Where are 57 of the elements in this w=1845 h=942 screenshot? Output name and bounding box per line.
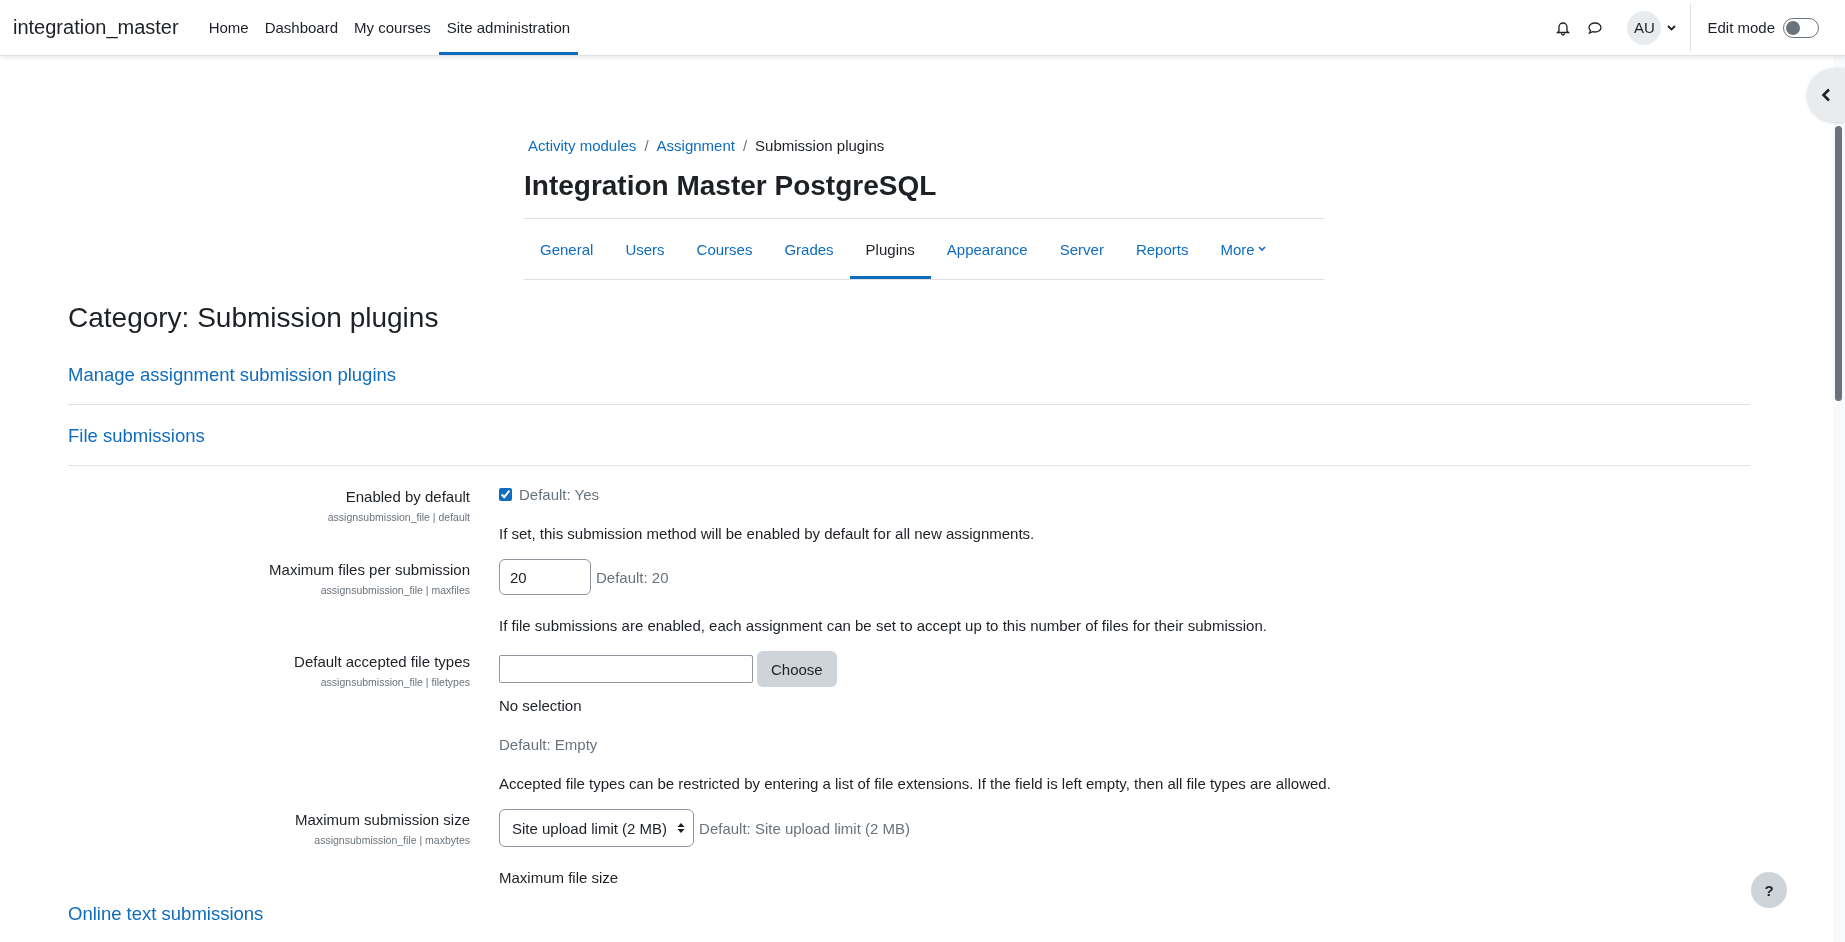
caret-icon[interactable] <box>1667 24 1677 31</box>
admin-tab[interactable]: Appearance <box>930 222 1044 279</box>
scrollbar-thumb[interactable] <box>1835 126 1842 401</box>
section-heading-link[interactable]: Online text submissions <box>68 903 264 925</box>
user-avatar[interactable]: AU <box>1627 10 1662 45</box>
edit-mode-label: Edit mode <box>1707 19 1775 36</box>
sort-caret-icon <box>677 822 686 834</box>
admin-tab[interactable]: Courses <box>680 222 769 279</box>
selection-text: No selection <box>499 697 582 714</box>
chevron-left-icon <box>1821 88 1831 102</box>
help-text: Accepted file types can be restricted by entering a list of file extensions. If the field is left empty, then all file types are allowed. <box>499 775 1331 792</box>
admin-tab[interactable]: More <box>1204 222 1282 279</box>
breadcrumb-link[interactable]: Assignment <box>656 137 735 154</box>
nav-link[interactable]: Site administration <box>438 3 579 55</box>
manage-plugins-link[interactable]: Manage assignment submission plugins <box>68 364 397 386</box>
breadcrumb-link[interactable]: Activity modules <box>528 137 637 154</box>
help-text: If file submissions are enabled, each assignment can be set to accept up to this number of files for their submission. <box>499 617 1267 634</box>
admin-tab[interactable]: Grades <box>768 222 850 279</box>
setting-label: Maximum files per submission <box>269 561 470 578</box>
admin-tab[interactable]: Reports <box>1119 222 1205 279</box>
chat-bubble-icon[interactable] <box>1587 19 1604 36</box>
bell-icon[interactable] <box>1555 19 1572 36</box>
nav-link[interactable]: Dashboard <box>256 3 347 55</box>
setting-key: assignsubmission_file | maxfiles <box>320 584 470 596</box>
setting-key: assignsubmission_file | maxbytes <box>314 834 470 846</box>
input-field[interactable]: 20 <box>499 559 591 595</box>
setting-key: assignsubmission_file | filetypes <box>320 676 470 688</box>
help-text: Maximum file size <box>499 869 619 886</box>
admin-tab[interactable]: Users <box>609 222 681 279</box>
breadcrumb-separator: / <box>742 137 748 154</box>
setting-key: assignsubmission_file | default <box>327 511 470 523</box>
breadcrumb-separator: / <box>644 137 649 154</box>
drawer-toggle-button[interactable] <box>1807 68 1845 122</box>
category-heading: Category: Submission plugins <box>68 302 440 334</box>
help-text: If set, this submission method will be enabled by default for all new assignments. <box>499 525 1035 542</box>
edit-mode-toggle[interactable] <box>1783 17 1819 38</box>
admin-tab[interactable]: General <box>524 222 610 279</box>
select-dropdown[interactable]: Site upload limit (2 MB) <box>499 809 695 847</box>
current-page-title: Submission plugins <box>755 137 885 154</box>
nav-link[interactable]: Home <box>200 3 257 55</box>
input-field[interactable] <box>499 655 753 683</box>
setting-label: Default accepted file types <box>294 653 470 670</box>
default-value-text: Default: Yes <box>519 486 600 503</box>
default-value-text: Default: Site upload limit (2 MB) <box>699 819 910 837</box>
site-name[interactable]: integration_master <box>13 16 179 39</box>
setting-label: Maximum submission size <box>294 811 470 828</box>
admin-tab[interactable]: Server <box>1043 222 1120 279</box>
page-title: Integration Master PostgreSQL <box>524 170 938 202</box>
nav-link[interactable]: My courses <box>346 3 439 55</box>
section-heading-link[interactable]: File submissions <box>68 425 205 447</box>
setting-label: Enabled by default <box>345 488 470 505</box>
default-value-text: Default: 20 <box>596 568 669 586</box>
checkbox[interactable] <box>499 488 512 501</box>
choose-button[interactable]: Choose <box>757 651 837 687</box>
help-button[interactable]: ? <box>1751 872 1787 908</box>
admin-tab[interactable]: Plugins <box>849 222 931 279</box>
default-value-text: Default: Empty <box>499 736 598 753</box>
